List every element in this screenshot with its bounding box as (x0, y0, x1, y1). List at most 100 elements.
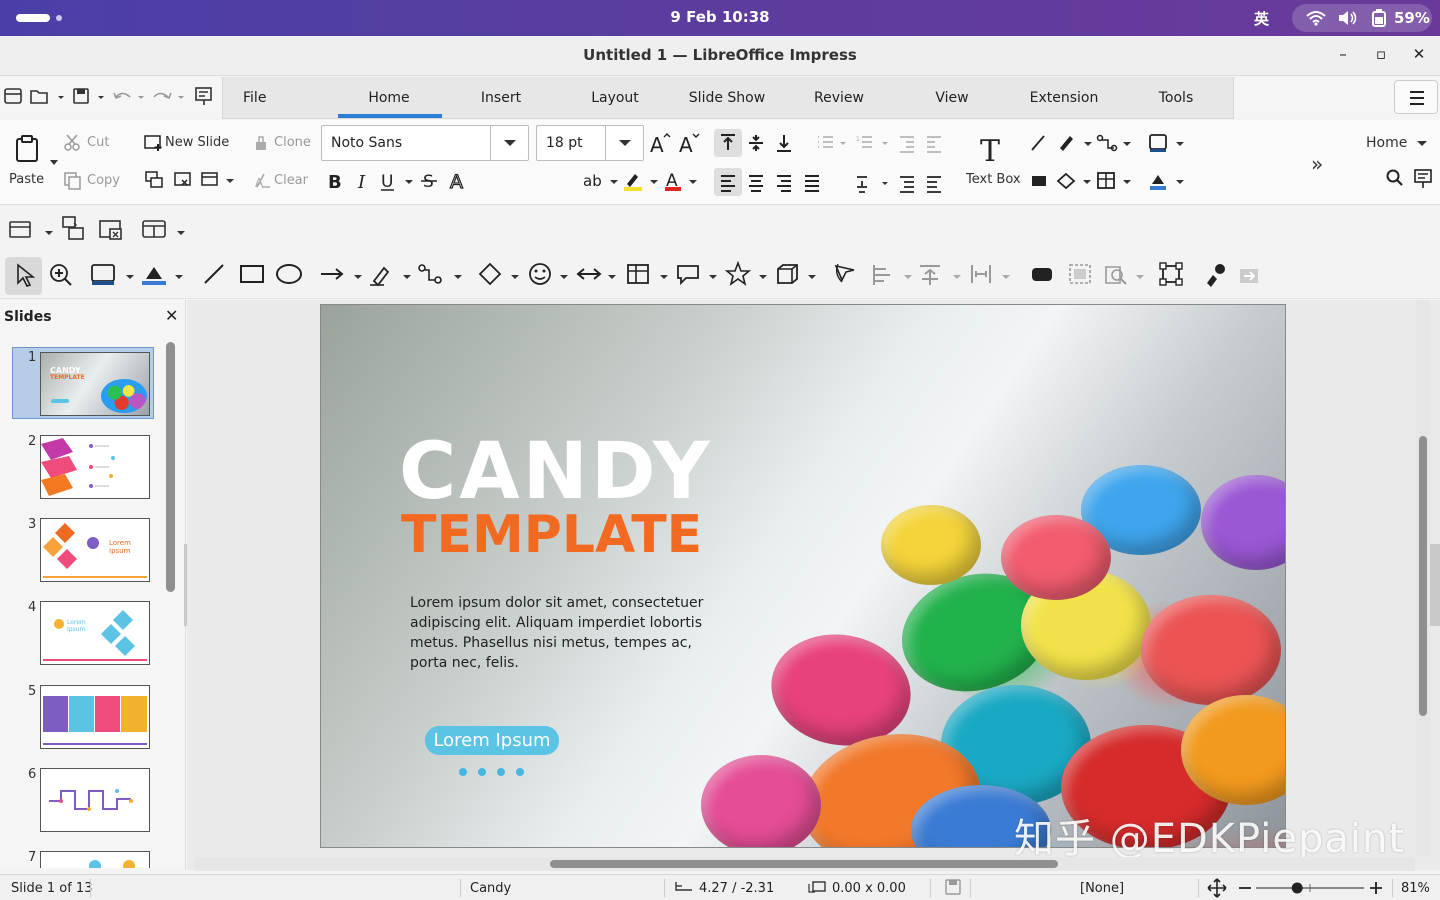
volume-icon (1339, 11, 1357, 25)
slide-subtitle[interactable]: TEMPLATE (401, 509, 702, 561)
svg-text:A: A (255, 176, 264, 190)
slide-body-text[interactable]: Lorem ipsum dolor sit amet, consectetuer… (410, 593, 710, 673)
clone-label[interactable]: Clone (274, 135, 311, 150)
thumb-button (51, 399, 69, 403)
horizontal-scroll-thumb[interactable] (550, 860, 1058, 868)
document-modified-icon[interactable] (945, 879, 961, 895)
slides-pane-title: Slides (4, 309, 52, 325)
clone-formatting-icon[interactable] (254, 134, 272, 152)
sidebar-deck-handle[interactable] (1430, 544, 1440, 626)
maximize-button[interactable]: ▫ (1369, 45, 1393, 63)
slide-thumbnail-1[interactable]: CANDY TEMPLATE (40, 352, 150, 416)
master-slide-name[interactable]: Candy (470, 881, 511, 896)
vertical-scroll-thumb[interactable] (1419, 436, 1427, 716)
tab-tools[interactable]: Tools (1126, 90, 1226, 106)
tab-review[interactable]: Review (789, 90, 889, 106)
tab-extension[interactable]: Extension (1014, 90, 1114, 106)
slide-thumbnail-3[interactable]: Lorem Ipsum (40, 518, 150, 582)
font-size-combo[interactable]: 18 pt (536, 125, 644, 161)
cut-label[interactable]: Cut (87, 135, 109, 150)
copy-icon[interactable] (64, 172, 82, 190)
font-name-dropdown[interactable] (490, 126, 528, 160)
candy-image (1141, 595, 1281, 705)
tab-file[interactable]: File (243, 90, 266, 106)
text-box-icon[interactable]: T (978, 134, 1008, 164)
slide-thumbnail-2[interactable] (40, 435, 150, 499)
close-window-button[interactable]: ✕ (1407, 45, 1431, 63)
thumb-candy-image (101, 379, 147, 413)
input-method-indicator[interactable]: 英 (1254, 8, 1269, 29)
paste-label[interactable]: Paste (9, 172, 44, 187)
thumb-graphic (89, 860, 135, 868)
slide-canvas[interactable]: CANDY TEMPLATE Lorem ipsum dolor sit ame… (320, 304, 1286, 848)
text-format-icons[interactable]: B I U S A (326, 170, 476, 192)
battery-icon (1372, 9, 1386, 27)
font-size-dropdown[interactable] (605, 126, 643, 160)
thumb-graphic (43, 610, 147, 661)
svg-text:T: T (980, 134, 1000, 164)
new-slide-icon[interactable] (144, 134, 164, 152)
drawing-tool-icons[interactable] (8, 261, 1268, 291)
paste-icon[interactable] (14, 135, 44, 165)
shape-tools-icons[interactable] (1026, 132, 1196, 194)
chevron-down-icon[interactable] (1417, 141, 1427, 147)
cut-icon[interactable] (64, 134, 82, 152)
zoom-slider[interactable] (1238, 880, 1388, 896)
tab-slide-show[interactable]: Slide Show (677, 90, 777, 106)
slides-pane-scrollbar[interactable] (166, 342, 175, 592)
candy-image (881, 505, 981, 585)
slide-thumbnail-6[interactable] (40, 768, 150, 832)
clock[interactable]: 9 Feb 10:38 (0, 8, 1440, 26)
hamburger-icon (1410, 91, 1424, 105)
chevron-down-icon (619, 140, 631, 146)
zoom-level[interactable]: 81% (1401, 881, 1430, 896)
list-indent-icons[interactable]: 1 (814, 132, 946, 196)
color-format-icons[interactable]: ab A (582, 170, 702, 192)
clear-formatting-icon[interactable]: A (254, 172, 272, 190)
copy-label[interactable]: Copy (87, 173, 120, 188)
slide-thumbnail-5[interactable] (40, 685, 150, 749)
zoom-slider-knob[interactable] (1291, 882, 1303, 894)
slide-thumbnail-7[interactable] (40, 851, 150, 868)
slide-layout-icons[interactable] (8, 215, 188, 245)
svg-text:A: A (679, 133, 693, 155)
find-and-slideshow-icons[interactable] (1385, 168, 1433, 190)
tab-home[interactable]: Home (339, 90, 439, 106)
drawing-toolbar (0, 253, 1440, 299)
new-slide-label[interactable]: New Slide (165, 135, 229, 150)
slide-button-shape[interactable]: Lorem Ipsum (425, 726, 559, 755)
tab-insert[interactable]: Insert (451, 90, 551, 106)
object-size: 0.00 x 0.00 (832, 881, 906, 896)
system-bar: 9 Feb 10:38 英 59% (0, 0, 1440, 36)
slide-title[interactable]: CANDY (399, 433, 712, 511)
minimize-button[interactable]: – (1331, 45, 1355, 63)
slide-tools-icons[interactable] (144, 170, 240, 190)
slide-thumbnail-4[interactable]: Lorem Ipsum (40, 601, 150, 665)
grow-shrink-font-icons[interactable]: AA (650, 133, 702, 155)
close-slides-pane-button[interactable]: ✕ (165, 306, 178, 325)
selection-mode[interactable]: [None] (1080, 881, 1124, 896)
paragraph-align-icons[interactable] (714, 129, 830, 197)
hamburger-menu-button[interactable] (1394, 80, 1438, 114)
paste-dropdown-icon[interactable] (50, 160, 58, 166)
svg-text:B: B (328, 172, 342, 192)
candy-image (701, 755, 821, 847)
font-name-combo[interactable]: Noto Sans (321, 125, 529, 161)
more-options-button[interactable]: » (1311, 152, 1323, 176)
slide-number: 3 (28, 517, 37, 532)
watermark: 知乎 @EDKPiepaint (1014, 816, 1406, 862)
thumb-graphic (41, 438, 115, 496)
text-box-label[interactable]: Text Box (966, 172, 1021, 187)
status-bar: Slide 1 of 13 Candy 4.27 / -2.31 0.00 x … (0, 874, 1440, 900)
thumb-text: Lorem Ipsum (67, 619, 86, 633)
fit-slide-icon[interactable] (1207, 878, 1227, 898)
slide-number: 7 (28, 850, 37, 865)
context-dropdown[interactable]: Home (1366, 135, 1407, 151)
tab-layout[interactable]: Layout (565, 90, 665, 106)
clear-label[interactable]: Clear (274, 173, 308, 188)
tab-view[interactable]: View (902, 90, 1002, 106)
size-icon (808, 881, 826, 893)
thumb-text: Lorem Ipsum (109, 539, 131, 555)
slide-dots (459, 761, 535, 780)
active-tab-indicator (338, 114, 442, 118)
